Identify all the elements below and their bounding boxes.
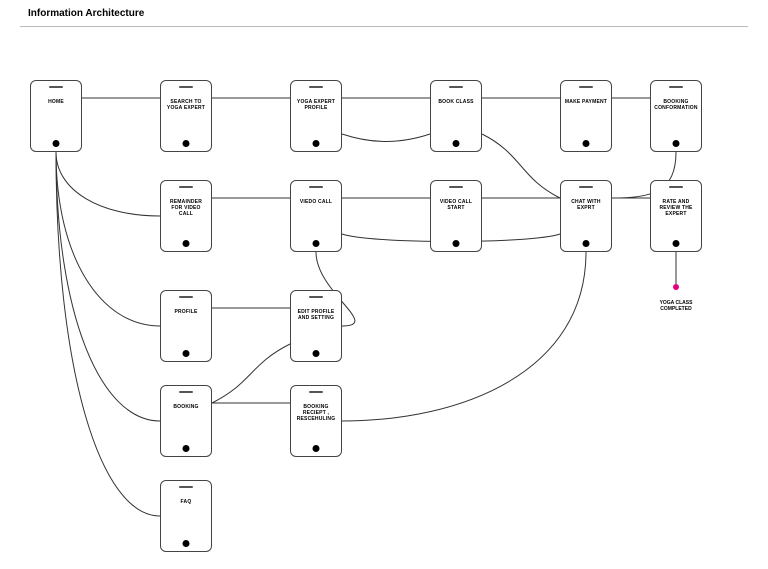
phone-frame: CHAT WITH EXPRT [560,180,612,252]
screen-label: BOOKING RECIEPT , RESCEHULING [294,404,338,422]
screen-label: SEARCH TO YOGA EXPERT [164,99,208,111]
end-dot [673,284,679,290]
phone-home-button [453,140,460,147]
phone-speaker [309,86,323,88]
phone-speaker [179,86,193,88]
screen-profile: PROFILE [160,290,212,362]
screen-label: BOOKING CONFORMATION [654,99,698,111]
screen-expert_profile: YOGA EXPERT PROFILE [290,80,342,152]
screen-video_call_start: VIDEO CALL START [430,180,482,252]
phone-home-button [673,140,680,147]
screen-label: VIDEO CALL START [434,199,478,211]
end-state: YOGA CLASS COMPLETED [646,300,706,312]
screen-booking_receipt: BOOKING RECIEPT , RESCEHULING [290,385,342,457]
screen-booking: BOOKING [160,385,212,457]
phone-home-button [183,445,190,452]
screen-rate_review: RATE AND REVIEW THE EXPERT [650,180,702,252]
phone-frame: BOOK CLASS [430,80,482,152]
screen-label: REMAINDER FOR VIDEO CALL [164,199,208,217]
screen-search: SEARCH TO YOGA EXPERT [160,80,212,152]
phone-speaker [309,186,323,188]
screen-label: MAKE PAYMENT [564,99,608,105]
screen-faq: FAQ [160,480,212,552]
phone-home-button [313,445,320,452]
screen-remainder: REMAINDER FOR VIDEO CALL [160,180,212,252]
screen-booking_conf: BOOKING CONFORMATION [650,80,702,152]
phone-home-button [53,140,60,147]
phone-home-button [183,240,190,247]
phone-home-button [313,140,320,147]
screen-label: EDIT PROFILE AND SETTING [294,309,338,321]
phone-frame: FAQ [160,480,212,552]
screen-edit_profile: EDIT PROFILE AND SETTING [290,290,342,362]
phone-frame: VIEDO CALL [290,180,342,252]
screen-label: BOOKING [164,404,208,410]
phone-frame: VIDEO CALL START [430,180,482,252]
phone-frame: BOOKING [160,385,212,457]
phone-speaker [669,86,683,88]
phone-frame: PROFILE [160,290,212,362]
phone-frame: MAKE PAYMENT [560,80,612,152]
phone-speaker [449,186,463,188]
phone-home-button [453,240,460,247]
screen-label: PROFILE [164,309,208,315]
screen-book_class: BOOK CLASS [430,80,482,152]
screen-make_payment: MAKE PAYMENT [560,80,612,152]
screen-label: BOOK CLASS [434,99,478,105]
phone-home-button [313,350,320,357]
phone-frame: EDIT PROFILE AND SETTING [290,290,342,362]
phone-speaker [179,186,193,188]
phone-home-button [673,240,680,247]
phone-home-button [183,140,190,147]
phone-speaker [579,186,593,188]
phone-speaker [579,86,593,88]
phone-speaker [669,186,683,188]
phone-home-button [583,140,590,147]
screen-home: HOME [30,80,82,152]
phone-frame: BOOKING RECIEPT , RESCEHULING [290,385,342,457]
phone-frame: YOGA EXPERT PROFILE [290,80,342,152]
screen-label: RATE AND REVIEW THE EXPERT [654,199,698,217]
phone-frame: RATE AND REVIEW THE EXPERT [650,180,702,252]
screen-label: CHAT WITH EXPRT [564,199,608,211]
phone-frame: BOOKING CONFORMATION [650,80,702,152]
phone-speaker [179,486,193,488]
phone-speaker [309,391,323,393]
phone-home-button [313,240,320,247]
phone-speaker [449,86,463,88]
screen-label: FAQ [164,499,208,505]
phone-frame: HOME [30,80,82,152]
screen-video_call: VIEDO CALL [290,180,342,252]
phone-home-button [583,240,590,247]
phone-home-button [183,540,190,547]
screen-label: YOGA EXPERT PROFILE [294,99,338,111]
screen-chat_expert: CHAT WITH EXPRT [560,180,612,252]
phone-frame: SEARCH TO YOGA EXPERT [160,80,212,152]
screen-label: VIEDO CALL [294,199,338,205]
phone-home-button [183,350,190,357]
phone-speaker [179,296,193,298]
phone-speaker [179,391,193,393]
phone-frame: REMAINDER FOR VIDEO CALL [160,180,212,252]
phone-speaker [309,296,323,298]
screen-label: HOME [34,99,78,105]
phone-speaker [49,86,63,88]
